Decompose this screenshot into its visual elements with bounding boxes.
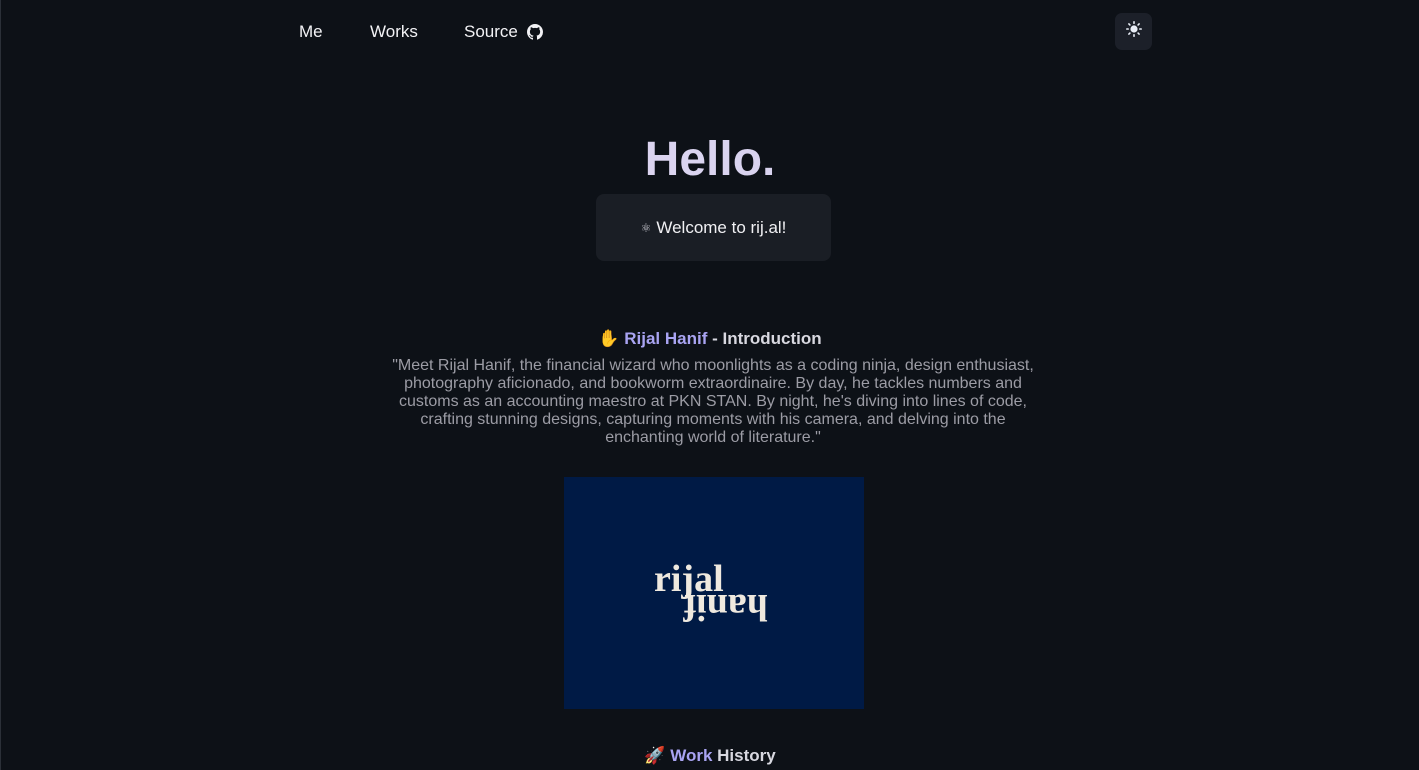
logo-image: rijal hanif	[564, 477, 864, 709]
work-heading-accent: Work	[670, 746, 713, 765]
nav-link-works[interactable]: Works	[370, 22, 418, 42]
theme-toggle-button[interactable]	[1115, 13, 1152, 50]
work-heading-rest: History	[712, 746, 776, 765]
intro-heading-suffix: - Introduction	[707, 329, 822, 348]
top-navbar: Me Works Source	[1, 0, 1419, 64]
atom-icon: ⚛	[640, 220, 652, 235]
work-history-heading: 🚀 Work History	[1, 745, 1419, 767]
nav-link-source[interactable]: Source	[464, 22, 543, 42]
logo-line-2: hanif	[682, 586, 768, 628]
nav-link-me[interactable]: Me	[299, 22, 323, 42]
intro-name: Rijal Hanif	[624, 329, 708, 348]
hero-title: Hello.	[1, 132, 1419, 188]
welcome-banner: ⚛ Welcome to rij.al!	[596, 194, 831, 261]
intro-quote: "Meet Rijal Hanif, the financial wizard …	[392, 357, 1034, 446]
intro-heading: ✋ Rijal Hanif - Introduction	[1, 328, 1419, 350]
rocket-icon: 🚀	[644, 746, 666, 765]
rijal-hanif-logo: rijal hanif	[654, 558, 768, 628]
sun-icon	[1125, 21, 1142, 42]
welcome-text: Welcome to rij.al!	[656, 217, 787, 237]
nav-link-source-label: Source	[464, 22, 518, 41]
github-icon	[526, 24, 543, 40]
wave-hand-icon: ✋	[598, 329, 620, 348]
